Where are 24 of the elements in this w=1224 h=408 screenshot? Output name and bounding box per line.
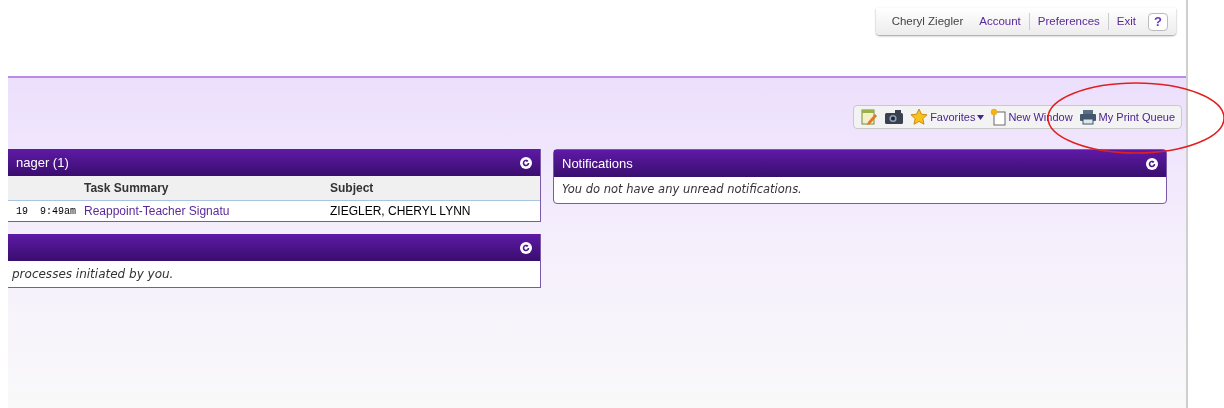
- caret-icon[interactable]: [977, 114, 985, 120]
- user-link[interactable]: Account: [971, 12, 1029, 31]
- notepad-pencil-icon[interactable]: [860, 108, 879, 126]
- panel-title: Notifications: [562, 154, 633, 173]
- panel-message: processes initiated by you.: [12, 266, 174, 283]
- column-header: Subject: [330, 180, 374, 197]
- refresh-icon[interactable]: [520, 241, 532, 254]
- task-link[interactable]: Reappoint-Teacher Signatu: [84, 202, 330, 220]
- table-cell-text: 19 9:49am: [16, 204, 77, 219]
- printer-icon[interactable]: [1078, 109, 1097, 125]
- star-icon[interactable]: [910, 108, 929, 126]
- help-button[interactable]: ?: [1148, 12, 1168, 31]
- user-name: Cheryl Ziegler: [890, 13, 965, 29]
- panel-title: nager (1): [16, 153, 69, 172]
- panel-message: You do not have any unread notifications.: [562, 181, 802, 199]
- refresh-icon[interactable]: [520, 156, 532, 169]
- column-header: Task Summary: [84, 180, 170, 197]
- user-link[interactable]: Exit: [1107, 12, 1144, 31]
- toolbar-item[interactable]: Favorites: [910, 108, 985, 126]
- table-cell-text: ZIEGLER, CHERYL LYNN: [330, 203, 471, 220]
- user-link[interactable]: Preferences: [1028, 12, 1108, 31]
- refresh-icon[interactable]: [1146, 157, 1158, 170]
- toolbar-item[interactable]: My Print Queue: [1078, 108, 1175, 126]
- camera-icon[interactable]: [884, 109, 905, 125]
